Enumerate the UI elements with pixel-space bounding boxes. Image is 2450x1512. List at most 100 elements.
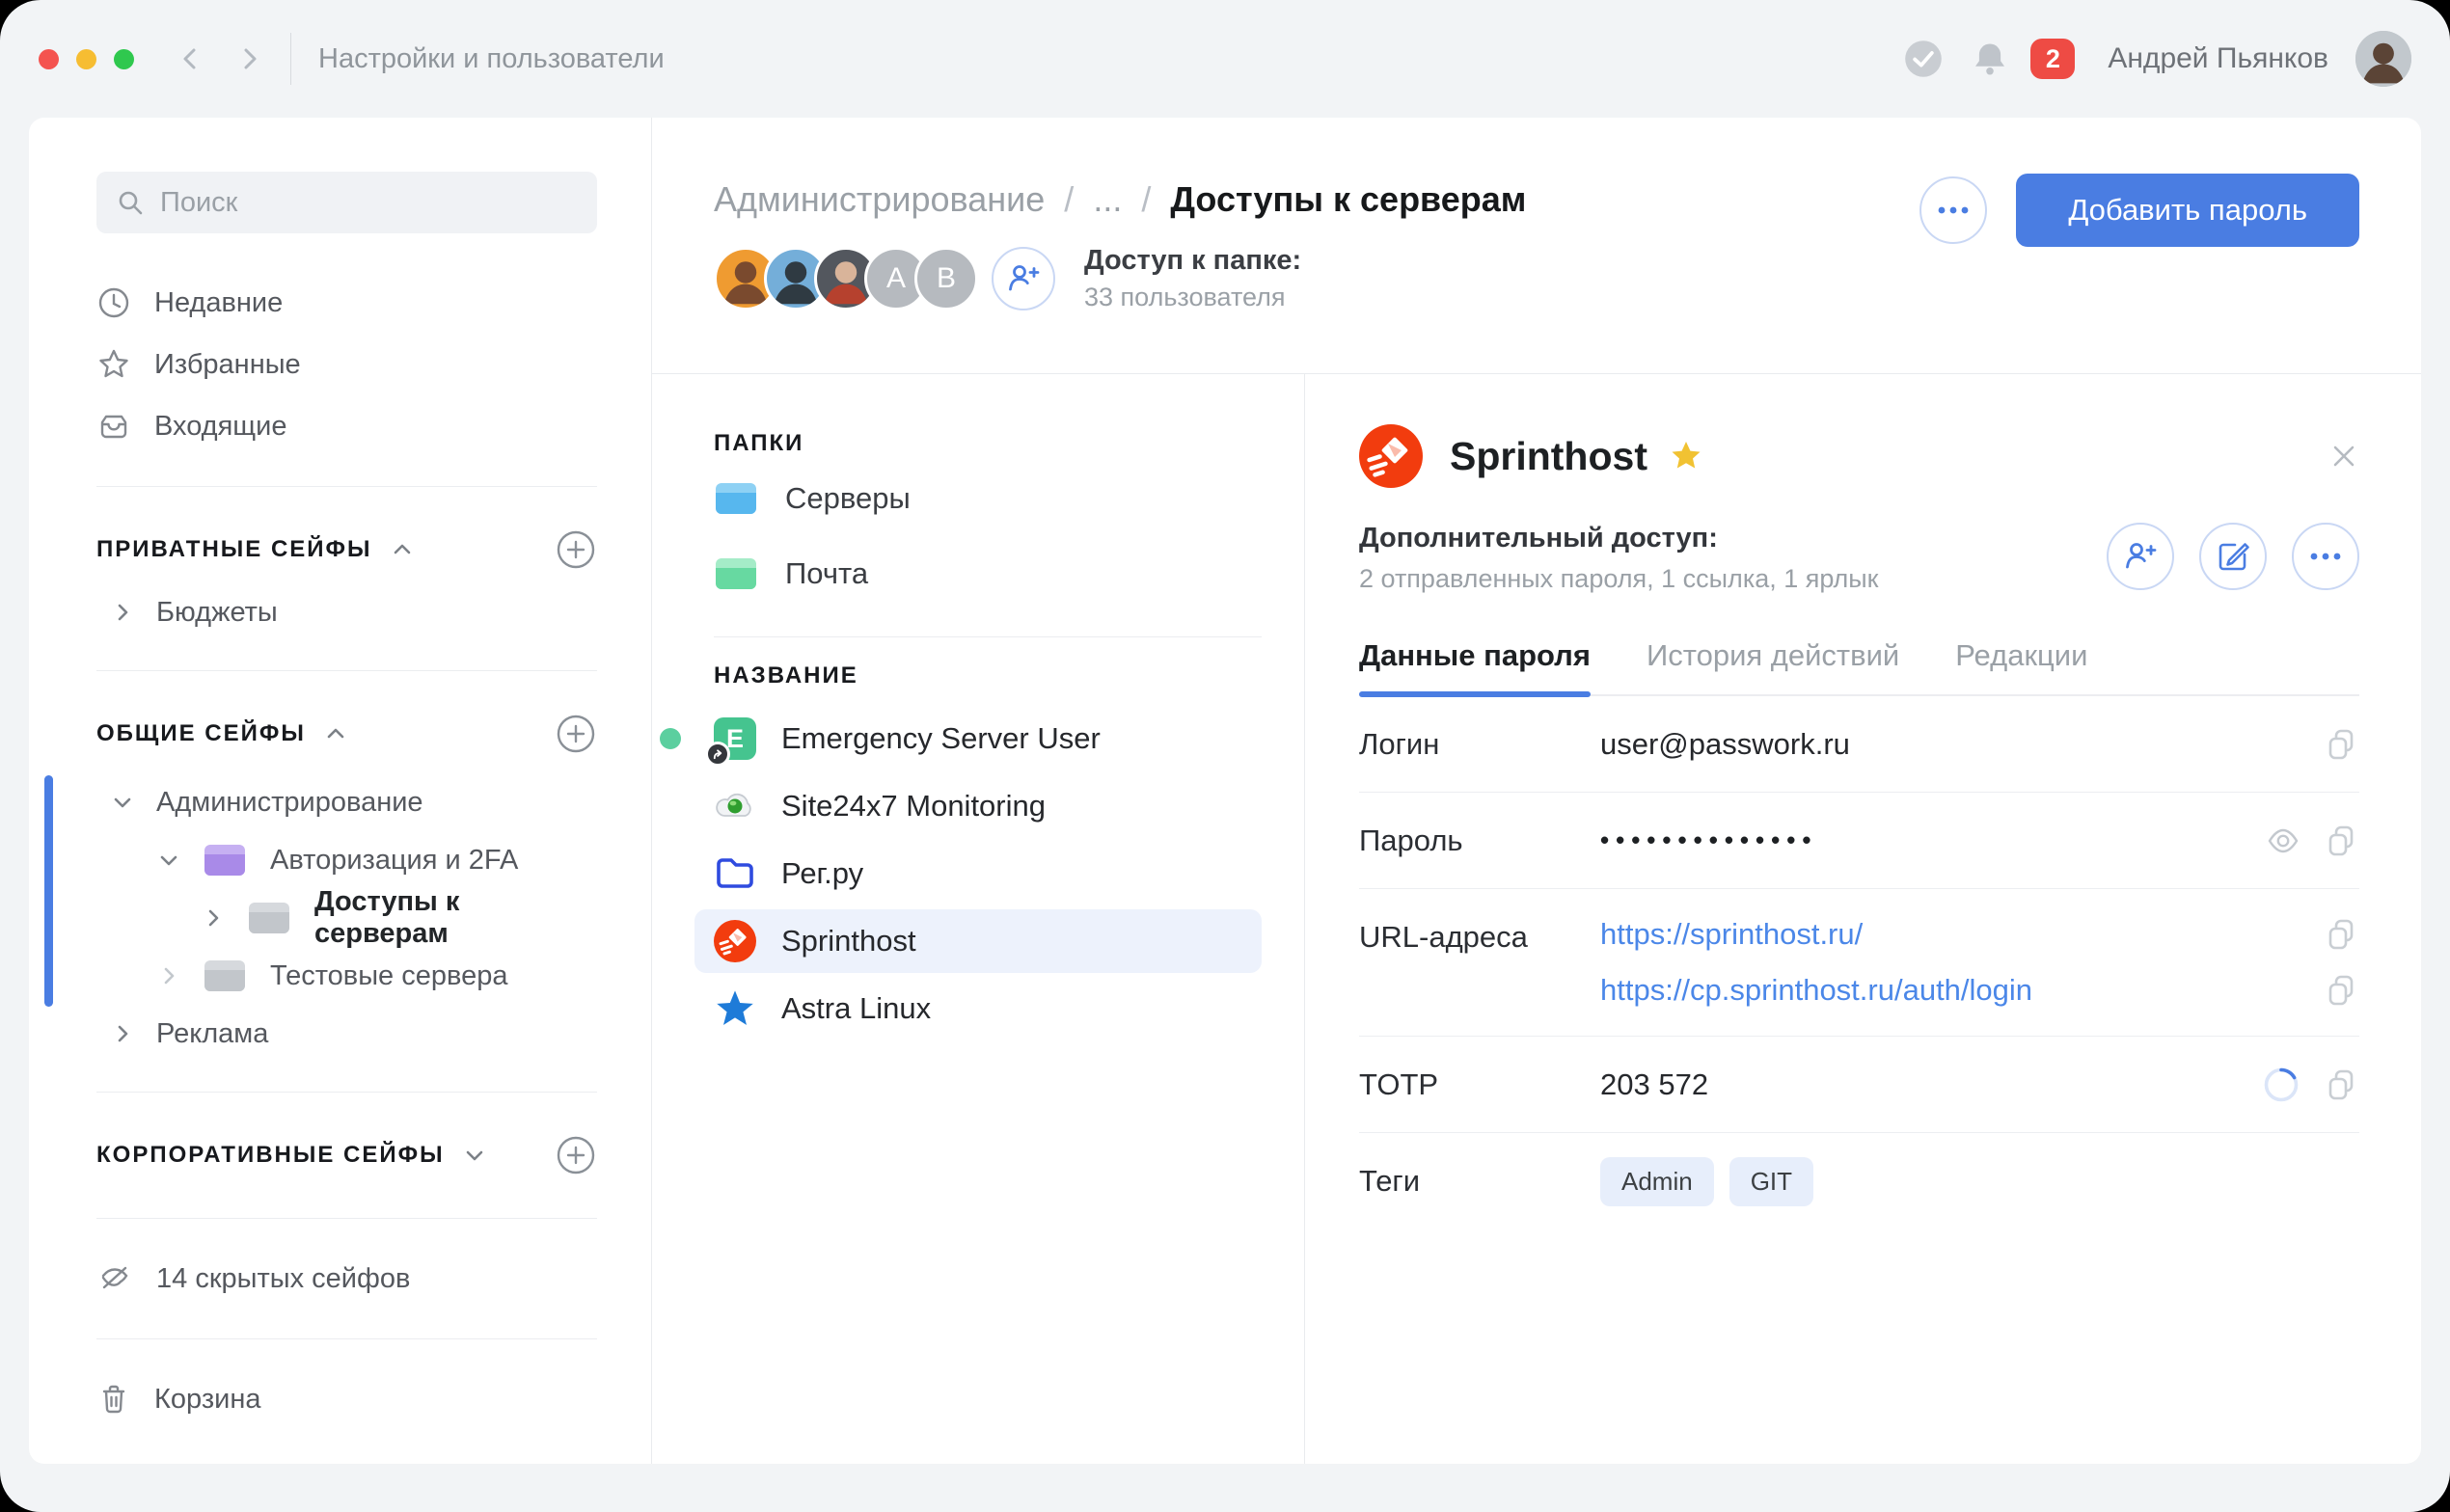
tab-revisions[interactable]: Редакции bbox=[1955, 638, 2087, 694]
chevron-right-icon bbox=[112, 1023, 133, 1044]
section-shared-safes[interactable]: ОБЩИЕ СЕЙФЫ bbox=[96, 700, 597, 768]
password-name: Astra Linux bbox=[781, 991, 931, 1026]
tree-item-authorization-2fa[interactable]: Авторизация и 2FA bbox=[96, 831, 597, 889]
tree-item-test-servers[interactable]: Тестовые сервера bbox=[96, 947, 597, 1005]
additional-access-label: Дополнительный доступ: bbox=[1359, 523, 1878, 554]
search-box[interactable] bbox=[96, 172, 597, 233]
check-circle-icon[interactable] bbox=[1903, 39, 1944, 79]
copy-icon bbox=[2323, 1066, 2359, 1103]
share-folder-button[interactable] bbox=[992, 247, 1055, 310]
hidden-safes-label: 14 скрытых сейфов bbox=[156, 1263, 410, 1295]
password-name: Site24x7 Monitoring bbox=[781, 789, 1046, 824]
folder-row-servers[interactable]: Серверы bbox=[714, 465, 1262, 532]
section-corporate-safes[interactable]: КОРПОРАТИВНЫЕ СЕЙФЫ bbox=[96, 1121, 597, 1189]
user-avatar[interactable] bbox=[2355, 31, 2411, 87]
add-private-safe-button[interactable] bbox=[555, 528, 597, 571]
safe-item-budgets[interactable]: Бюджеты bbox=[96, 583, 597, 641]
sidebar-item-favorites[interactable]: Избранные bbox=[96, 334, 597, 395]
password-row: Пароль •••••••••••••• bbox=[1359, 793, 2359, 889]
trash-item[interactable]: Корзина bbox=[96, 1368, 597, 1430]
copy-login-button[interactable] bbox=[2323, 726, 2359, 763]
back-icon[interactable] bbox=[177, 44, 205, 73]
folder-access-label: Доступ к папке: bbox=[1084, 245, 1301, 277]
folder-more-button[interactable] bbox=[1919, 176, 1987, 244]
folder-header: Администрирование / ... / Доступы к серв… bbox=[652, 118, 2421, 374]
password-row-regru[interactable]: Рег.ру bbox=[694, 842, 1262, 905]
section-title: ОБЩИЕ СЕЙФЫ bbox=[96, 720, 306, 747]
folder-name: Серверы bbox=[785, 481, 911, 516]
star-icon bbox=[96, 347, 131, 382]
login-value: user@passwork.ru bbox=[1600, 727, 1850, 762]
password-more-button[interactable] bbox=[2292, 523, 2359, 590]
tab-password-data[interactable]: Данные пароля bbox=[1359, 638, 1591, 694]
chevron-right-icon bbox=[112, 602, 133, 623]
add-shared-safe-button[interactable] bbox=[555, 713, 597, 755]
folder-icon bbox=[247, 899, 291, 937]
person-add-icon bbox=[1005, 260, 1042, 297]
chevron-down-icon bbox=[158, 850, 179, 871]
additional-access-summary: 2 отправленных пароля, 1 ссылка, 1 ярлык bbox=[1359, 564, 1878, 594]
user-name: Андрей Пьянков bbox=[2108, 42, 2328, 75]
copy-url-2-button[interactable] bbox=[2323, 972, 2359, 1009]
bell-icon[interactable] bbox=[1971, 40, 2009, 78]
star-filled-icon[interactable] bbox=[1669, 439, 1703, 473]
password-details-panel: Sprinthost Дополнительный доступ: bbox=[1305, 374, 2421, 1464]
password-row-emergency[interactable]: E Emergency Server User bbox=[694, 707, 1262, 770]
divider bbox=[96, 1092, 597, 1093]
password-name: Emergency Server User bbox=[781, 721, 1101, 756]
password-masked-value: •••••••••••••• bbox=[1600, 825, 1817, 855]
folder-access-count: 33 пользователя bbox=[1084, 283, 1301, 312]
folder-icon bbox=[203, 841, 247, 879]
safe-item-label: Бюджеты bbox=[156, 597, 278, 629]
tag-chip[interactable]: GIT bbox=[1729, 1157, 1813, 1206]
copy-url-1-button[interactable] bbox=[2323, 916, 2359, 953]
copy-icon bbox=[2323, 972, 2359, 1009]
password-row-sprinthost[interactable]: Sprinthost bbox=[694, 909, 1262, 973]
tab-action-history[interactable]: История действий bbox=[1647, 638, 1899, 694]
close-window-button[interactable] bbox=[39, 49, 59, 69]
tree-item-advertising[interactable]: Реклама bbox=[96, 1005, 597, 1063]
titlebar: Настройки и пользователи 2 Андрей Пьянко… bbox=[0, 0, 2450, 118]
add-corporate-safe-button[interactable] bbox=[555, 1134, 597, 1176]
zoom-window-button[interactable] bbox=[114, 49, 134, 69]
divider bbox=[96, 1338, 597, 1339]
password-row-astra[interactable]: Astra Linux bbox=[694, 977, 1262, 1040]
tag-chip[interactable]: Admin bbox=[1600, 1157, 1714, 1206]
copy-totp-button[interactable] bbox=[2323, 1066, 2359, 1103]
tree-item-administration[interactable]: Администрирование bbox=[96, 773, 597, 831]
shared-users-avatars[interactable]: A B bbox=[714, 247, 965, 310]
sidebar-item-recent[interactable]: Недавние bbox=[96, 272, 597, 334]
copy-icon bbox=[2323, 823, 2359, 859]
breadcrumb-ellipsis[interactable]: ... bbox=[1093, 179, 1122, 220]
chevron-up-icon bbox=[325, 723, 346, 744]
tree-item-label: Авторизация и 2FA bbox=[270, 845, 518, 877]
page-title: Настройки и пользователи bbox=[318, 43, 665, 75]
hidden-safes-item[interactable]: 14 скрытых сейфов bbox=[96, 1248, 597, 1310]
tree-item-label: Реклама bbox=[156, 1018, 268, 1050]
url-link-2[interactable]: https://cp.sprinthost.ru/auth/login bbox=[1600, 973, 2032, 1008]
search-input[interactable] bbox=[160, 187, 578, 219]
forward-icon[interactable] bbox=[234, 44, 263, 73]
url-link-1[interactable]: https://sprinthost.ru/ bbox=[1600, 917, 1863, 952]
tree-item-server-access[interactable]: Доступы к серверам bbox=[96, 889, 597, 947]
sidebar-item-inbox[interactable]: Входящие bbox=[96, 395, 597, 457]
copy-password-button[interactable] bbox=[2323, 823, 2359, 859]
tree-item-label: Администрирование bbox=[156, 787, 423, 819]
close-details-button[interactable] bbox=[2328, 441, 2359, 472]
edit-password-button[interactable] bbox=[2199, 523, 2267, 590]
sidebar: Недавние Избранные Входящие ПРИВАТ bbox=[29, 118, 652, 1464]
add-password-button[interactable]: Добавить пароль bbox=[2016, 174, 2359, 247]
password-row-site24x7[interactable]: Site24x7 Monitoring bbox=[694, 774, 1262, 838]
more-icon bbox=[2309, 552, 2342, 561]
login-row: Логин user@passwork.ru bbox=[1359, 696, 2359, 793]
folder-row-mail[interactable]: Почта bbox=[714, 540, 1262, 608]
divider bbox=[96, 670, 597, 671]
minimize-window-button[interactable] bbox=[76, 49, 96, 69]
chevron-up-icon bbox=[392, 539, 413, 560]
section-private-safes[interactable]: ПРИВАТНЫЕ СЕЙФЫ bbox=[96, 516, 597, 583]
totp-value: 203 572 bbox=[1600, 1067, 1708, 1102]
clock-icon bbox=[96, 285, 131, 320]
share-password-button[interactable] bbox=[2107, 523, 2174, 590]
breadcrumb-root[interactable]: Администрирование bbox=[714, 179, 1045, 220]
show-password-button[interactable] bbox=[2265, 823, 2301, 859]
